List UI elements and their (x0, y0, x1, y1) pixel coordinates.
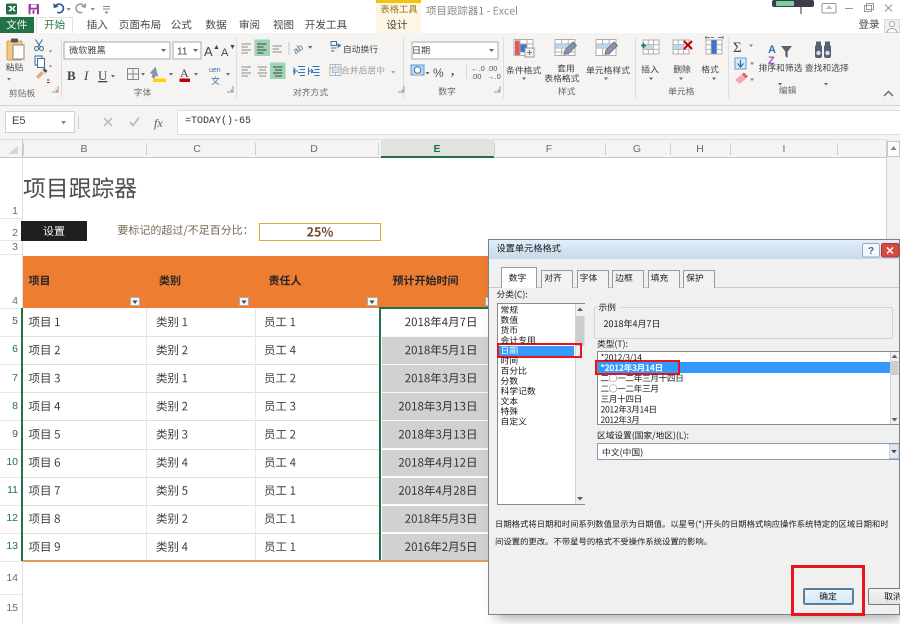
svg-text:ab: ab (291, 42, 305, 56)
svg-text:uen: uen (209, 67, 221, 74)
svg-text:?: ? (868, 246, 874, 257)
svg-text:11: 11 (177, 47, 188, 58)
svg-text:A: A (180, 66, 189, 80)
svg-text:,: , (451, 63, 454, 78)
svg-text:U: U (98, 68, 108, 83)
svg-text:▼: ▼ (229, 44, 236, 51)
svg-text:A: A (221, 47, 229, 59)
svg-text:→.0: →.0 (487, 72, 501, 81)
svg-text:%: % (433, 66, 444, 80)
svg-text:B: B (67, 68, 76, 83)
svg-text:I: I (83, 68, 89, 83)
svg-text:.00: .00 (471, 72, 481, 81)
svg-text:▲: ▲ (213, 44, 220, 51)
svg-text:Z: Z (768, 55, 775, 67)
svg-text:fx: fx (154, 116, 163, 130)
svg-text:Σ: Σ (733, 40, 742, 56)
svg-text:A: A (204, 44, 213, 59)
